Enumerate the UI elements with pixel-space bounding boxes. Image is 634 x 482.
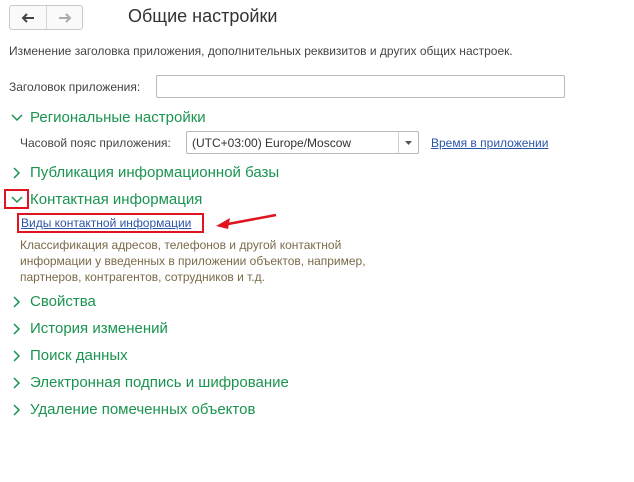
- section-deletion-label: Удаление помеченных объектов: [30, 401, 256, 418]
- chevron-right-icon: [10, 166, 24, 180]
- chevron-right-icon: [10, 322, 24, 336]
- annotation-arrow-icon: [216, 213, 277, 229]
- app-title-label: Заголовок приложения:: [9, 80, 141, 94]
- page-description: Изменение заголовка приложения, дополнит…: [9, 44, 513, 58]
- chevron-down-icon: [10, 111, 24, 125]
- section-search-label: Поиск данных: [30, 347, 128, 364]
- section-properties-label: Свойства: [30, 293, 96, 310]
- chevron-right-icon: [10, 403, 24, 417]
- highlight-box: [4, 189, 29, 209]
- section-signature[interactable]: Электронная подпись и шифрование: [10, 374, 289, 391]
- timezone-select[interactable]: (UTC+03:00) Europe/Moscow: [186, 131, 419, 154]
- section-search[interactable]: Поиск данных: [10, 347, 128, 364]
- section-properties[interactable]: Свойства: [10, 293, 96, 310]
- arrow-right-icon: [58, 12, 71, 23]
- section-contact-label: Контактная информация: [30, 191, 203, 208]
- section-publication[interactable]: Публикация информационной базы: [10, 164, 279, 181]
- timezone-label: Часовой пояс приложения:: [20, 136, 171, 150]
- section-publication-label: Публикация информационной базы: [30, 164, 280, 181]
- section-regional-label: Региональные настройки: [30, 109, 206, 126]
- page-title: Общие настройки: [128, 6, 278, 26]
- navigation-buttons: [9, 5, 83, 30]
- chevron-right-icon: [10, 376, 24, 390]
- forward-button[interactable]: [46, 6, 82, 29]
- section-history[interactable]: История изменений: [10, 320, 168, 337]
- section-signature-label: Электронная подпись и шифрование: [30, 374, 289, 391]
- section-history-label: История изменений: [30, 320, 168, 337]
- highlight-box: [17, 213, 204, 233]
- chevron-right-icon: [10, 295, 24, 309]
- timezone-value: (UTC+03:00) Europe/Moscow: [192, 135, 352, 150]
- chevron-right-icon: [10, 349, 24, 363]
- back-button[interactable]: [10, 6, 46, 29]
- app-title-input[interactable]: [156, 75, 565, 98]
- section-regional[interactable]: Региональные настройки: [10, 109, 206, 126]
- section-contact[interactable]: Контактная информация: [10, 191, 202, 208]
- dropdown-arrow-icon[interactable]: [398, 132, 418, 153]
- section-deletion[interactable]: Удаление помеченных объектов: [10, 401, 255, 418]
- time-in-app-link[interactable]: Время в приложении: [431, 136, 548, 150]
- contact-description: Классификация адресов, телефонов и друго…: [20, 238, 366, 284]
- arrow-left-icon: [21, 12, 34, 23]
